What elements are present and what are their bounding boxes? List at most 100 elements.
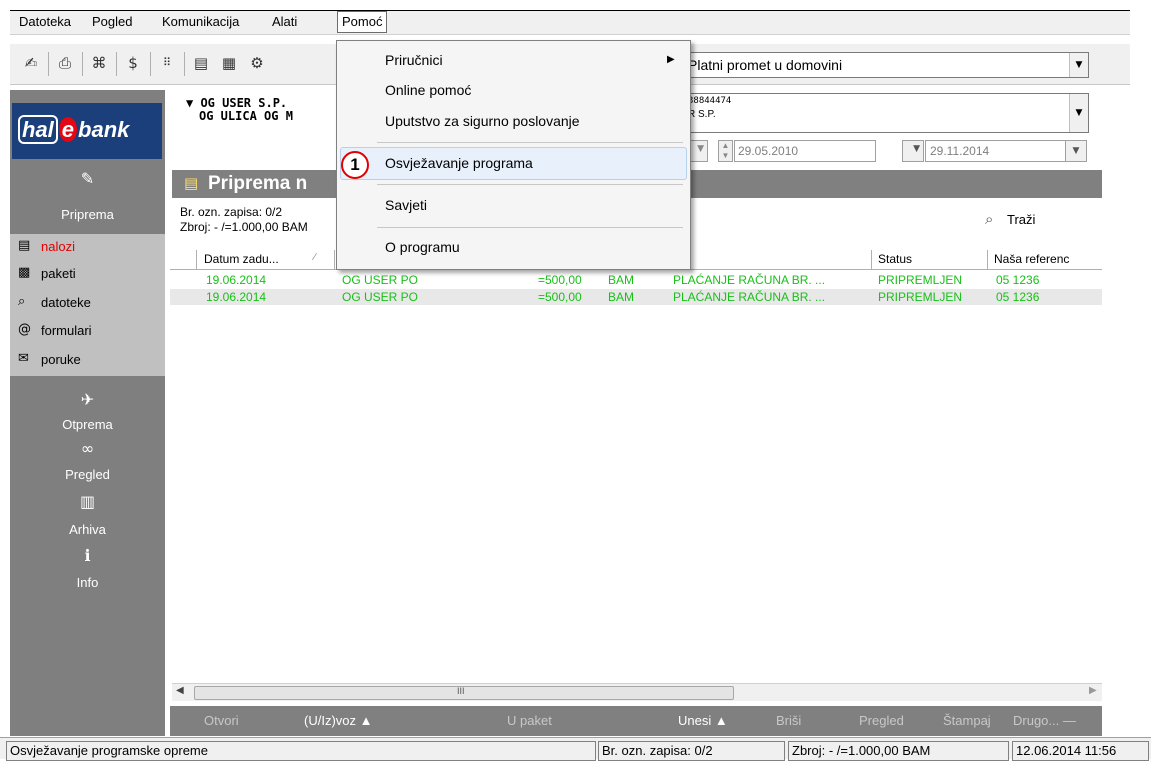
enter-button[interactable]: Unesi ▲ [678,713,728,728]
cell-amount: =500,00 [538,273,582,287]
holder-name[interactable]: ▼ OG USER S.P. [186,96,287,110]
column-divider [334,250,335,269]
binary-icon[interactable]: ⠿ [156,52,178,74]
cell-reference: 05 1236 [996,290,1040,304]
sub-item-label: poruke [41,352,81,367]
menu-item-label: Osvježavanje programa [385,155,533,171]
search-icon: ⌕ [985,210,994,228]
logo-part-e: e [58,117,78,142]
status-datetime: 12.06.2014 11:56 [1012,741,1149,761]
search-files-icon: ⌕ [18,294,26,309]
cell-purpose: PLAĆANJE RAČUNA BR. ... [673,290,826,304]
more-button[interactable]: Drugo... — [1013,713,1076,728]
scroll-left-icon[interactable]: ◀ [176,685,184,696]
account-select[interactable]: 38844474 R S.P. ▼ [682,93,1089,133]
print-icon[interactable]: ⎙ [54,52,76,74]
delete-button[interactable]: Briši [776,713,801,728]
date-to-text: 29.11.2014 [930,144,990,158]
cell-status: PRIPREMLJEN [878,273,963,287]
nav-pregled[interactable]: Pregled [10,467,165,482]
sub-item-formulari[interactable]: @ formulari [10,318,165,344]
sum-display: Zbroj: - /=1.000,00 BAM [180,220,308,234]
sub-item-label: nalozi [41,239,75,254]
date-spinner[interactable]: ▲ ▼ [718,140,733,162]
date-from-field[interactable]: 29.05.2010 [734,140,876,162]
horizontal-scrollbar[interactable]: ◀ III ▶ [172,683,1102,701]
chevron-down-icon[interactable]: ▼ [1065,141,1086,161]
menu-item-security-guide[interactable]: Uputstvo za sigurno poslovanje [385,113,580,129]
menu-item-online-help[interactable]: Online pomoć [385,82,471,98]
hal-bank-logo: hal e bank [12,103,162,159]
sub-item-label: paketi [41,266,76,281]
account-number: 38844474 [688,96,732,106]
orders-icon: ▤ [18,238,31,253]
sub-item-label: datoteke [41,295,91,310]
menu-alati[interactable]: Alati [272,14,297,29]
menu-datoteka[interactable]: Datoteka [19,14,71,29]
menu-pogled[interactable]: Pogled [92,14,132,29]
cell-payer: OG USER PO [342,290,419,304]
sub-item-label: formulari [41,323,92,338]
currency-icon[interactable]: $ [122,52,144,74]
date-to-field[interactable]: 29.11.2014 ▼ [925,140,1087,162]
sub-item-datoteke[interactable]: ⌕ datoteke [10,290,165,316]
payment-type-value: Platni promet u domovini [688,57,843,73]
document-icon[interactable]: ▤ [190,52,212,74]
menu-komunikacija[interactable]: Komunikacija [162,14,239,29]
form-icon[interactable]: ▦ [218,52,240,74]
status-bar: Osvježavanje programske opreme Br. ozn. … [0,737,1151,761]
column-datum[interactable]: Datum zadu... [204,252,279,266]
column-divider [871,250,872,269]
nav-arhiva[interactable]: Arhiva [10,522,165,537]
status-records: Br. ozn. zapisa: 0/2 [598,741,785,761]
column-divider [987,250,988,269]
table-row[interactable]: 19.06.2014 OG USER PO =500,00 BAM PLAĆAN… [170,289,1102,305]
account-name: R S.P. [688,109,716,120]
preview-button[interactable]: Pregled [859,713,904,728]
marked-records: Br. ozn. zapisa: 0/2 [180,205,283,219]
menu-pomoc[interactable]: Pomoć [337,11,388,33]
settings-icon[interactable]: ⚙ [246,52,268,74]
open-button[interactable]: Otvori [204,713,239,728]
scroll-right-icon[interactable]: ▶ [1089,685,1097,696]
menu-item-tips[interactable]: Savjeti [385,197,427,213]
menu-separator [377,184,683,185]
chevron-down-icon[interactable]: ▼ [1069,94,1088,132]
print-button[interactable]: Štampaj [943,713,991,728]
cell-status: PRIPREMLJEN [878,290,963,304]
priprema-submenu: ▤ nalozi ▩ paketi ⌕ datoteke @ formulari… [10,234,165,376]
logo-text: hal e bank [18,115,129,144]
menu-item-update-program[interactable]: 1 Osvježavanje programa [340,147,687,180]
nav-priprema[interactable]: Priprema [10,207,165,222]
scroll-thumb[interactable]: III [194,686,734,700]
add-to-package-button[interactable]: U paket [507,713,552,728]
sign-icon[interactable]: ✍ [20,52,42,74]
toolbar-separator [48,52,49,76]
sort-indicator-icon: ∕ [314,252,316,263]
cell-date: 19.06.2014 [206,273,267,287]
sub-item-poruke[interactable]: ✉ poruke [10,347,165,373]
nav-info[interactable]: Info [10,575,165,590]
payment-type-select[interactable]: Platni promet u domovini ▼ [682,52,1089,78]
archive-icon: ▥ [79,492,96,511]
sub-item-paketi[interactable]: ▩ paketi [10,261,165,287]
nav-otprema[interactable]: Otprema [10,417,165,432]
edit-icon: ✎ [80,169,95,188]
binoculars-icon: ∞ [80,439,95,458]
sub-item-nalozi[interactable]: ▤ nalozi [10,234,165,260]
logo-part-hal: hal [18,115,58,144]
cell-reference: 05 1236 [996,273,1040,287]
chevron-down-icon: ▼ [697,144,704,154]
menu-item-manuals[interactable]: Priručnici [385,52,443,68]
table-row[interactable]: 19.06.2014 OG USER PO =500,00 BAM PLAĆAN… [170,272,1102,288]
column-reference[interactable]: Naša referenc [994,252,1100,266]
column-status[interactable]: Status [878,252,912,266]
chevron-down-icon[interactable]: ▼ [1069,53,1088,77]
book-icon[interactable]: ⌘ [88,52,110,74]
import-export-button[interactable]: (U/Iz)voz ▲ [304,713,372,728]
menu-item-about[interactable]: O programu [385,239,460,255]
toolbar-separator [150,52,151,76]
holder-name-text: OG USER S.P. [200,96,288,110]
date-from-dropdown[interactable]: ▼ [902,140,924,162]
holder-address: OG ULICA OG M [199,109,293,123]
